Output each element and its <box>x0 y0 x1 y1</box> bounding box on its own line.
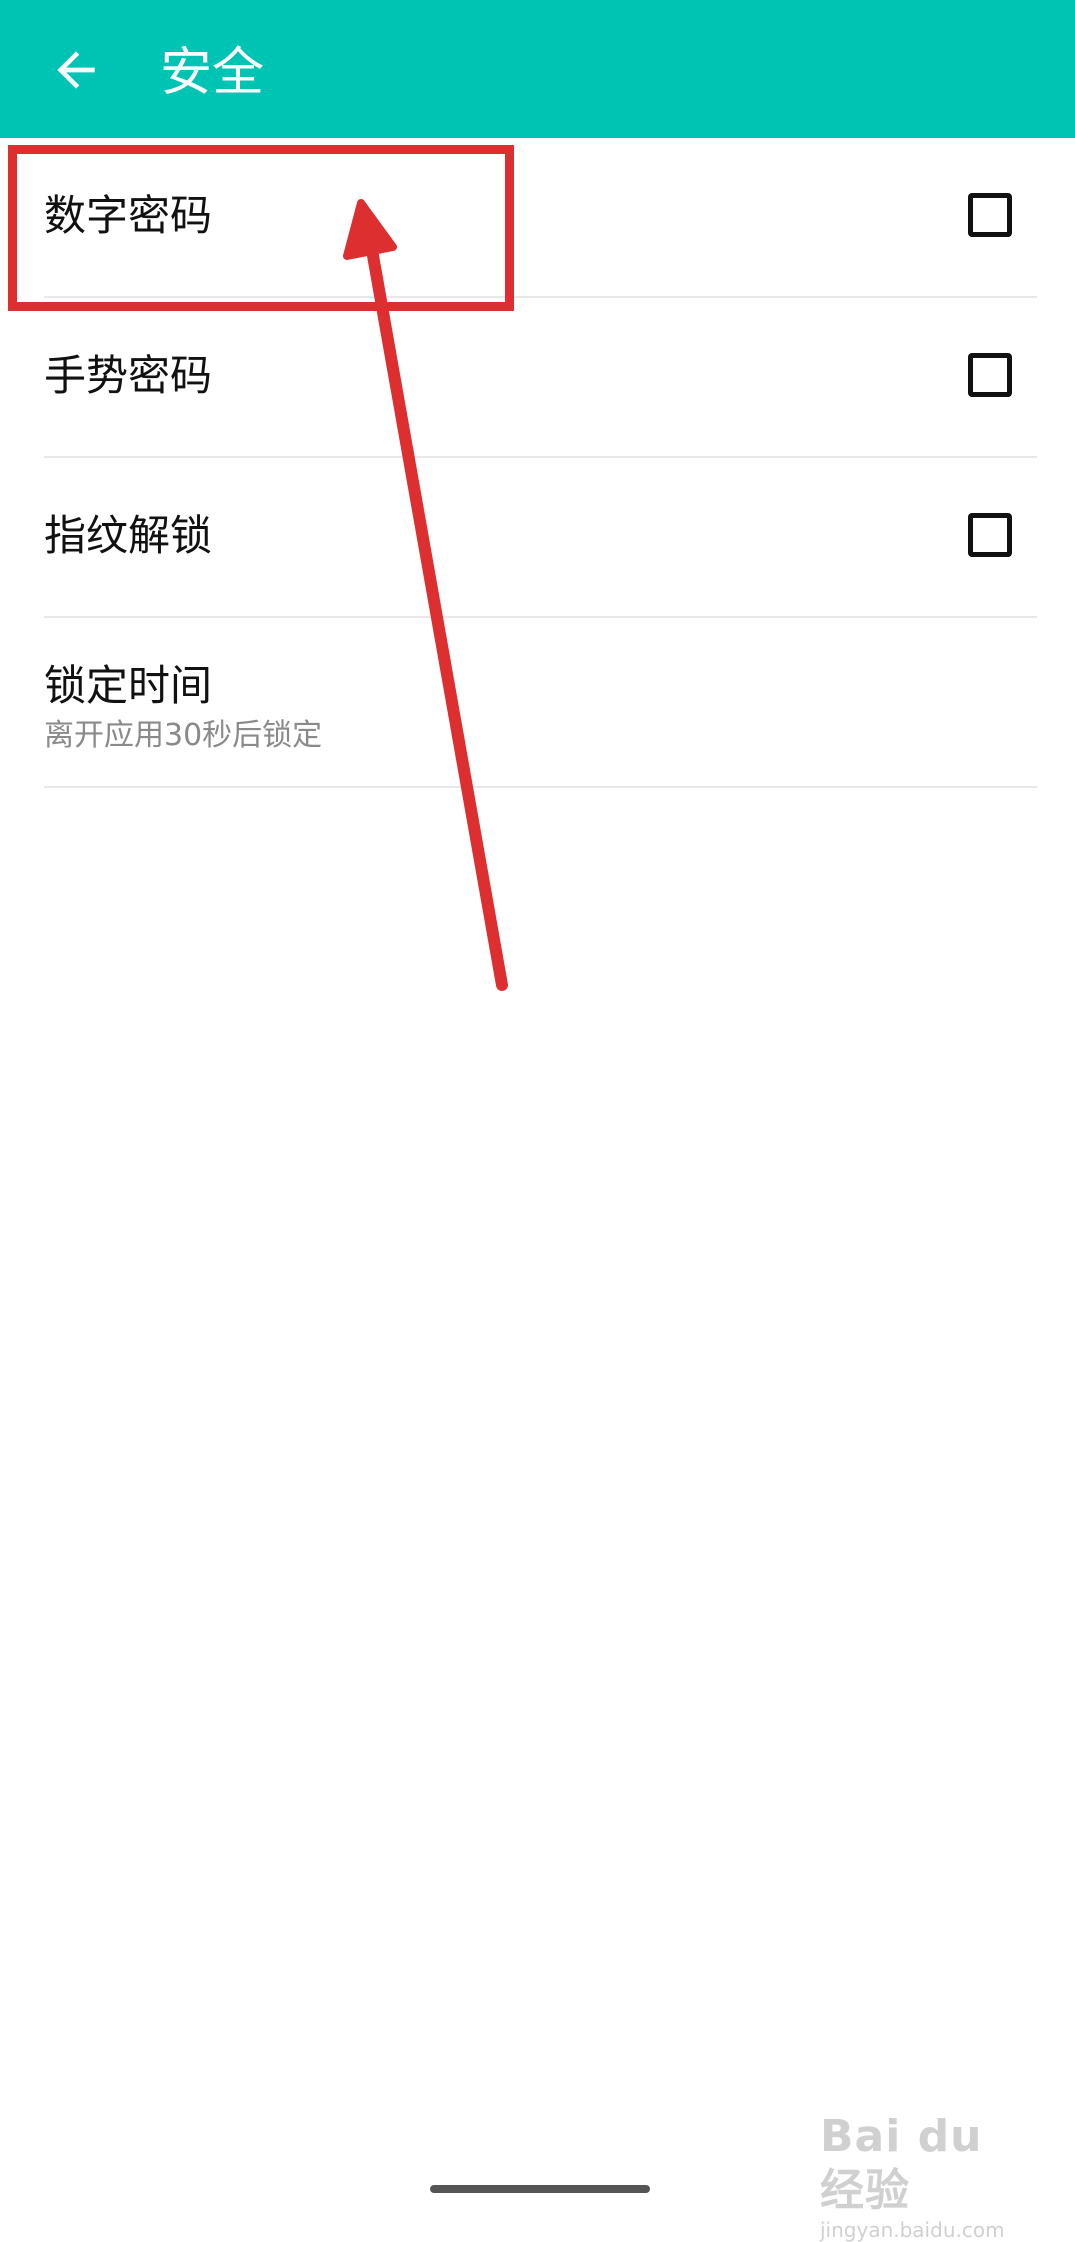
setting-row-lock-time[interactable]: 锁定时间 离开应用30秒后锁定 <box>0 618 1075 788</box>
settings-list: 数字密码 手势密码 指纹解锁 锁定时间 离开应用30秒后锁定 <box>0 138 1075 788</box>
gesture-password-checkbox[interactable] <box>968 353 1012 397</box>
setting-label: 锁定时间 <box>44 661 213 710</box>
arrow-left-icon <box>57 51 95 89</box>
watermark-url: jingyan.baidu.com <box>820 2218 1005 2242</box>
back-button[interactable] <box>40 34 112 106</box>
app-bar: 安全 <box>0 0 1075 138</box>
setting-label: 手势密码 <box>44 351 213 400</box>
numeric-password-checkbox[interactable] <box>968 193 1012 237</box>
home-indicator[interactable] <box>430 2185 650 2193</box>
setting-row-numeric-password[interactable]: 数字密码 <box>0 138 1075 298</box>
setting-row-gesture-password[interactable]: 手势密码 <box>0 298 1075 458</box>
page-title: 安全 <box>160 43 265 103</box>
setting-subtitle: 离开应用30秒后锁定 <box>44 718 323 753</box>
divider <box>44 786 1037 788</box>
watermark: Bai du 经验 jingyan.baidu.com <box>820 2110 1020 2242</box>
setting-label: 数字密码 <box>44 191 213 240</box>
watermark-logo-text: Bai du 经验 <box>820 2111 983 2216</box>
setting-row-fingerprint-unlock[interactable]: 指纹解锁 <box>0 458 1075 618</box>
setting-label: 指纹解锁 <box>44 511 213 560</box>
fingerprint-unlock-checkbox[interactable] <box>968 513 1012 557</box>
